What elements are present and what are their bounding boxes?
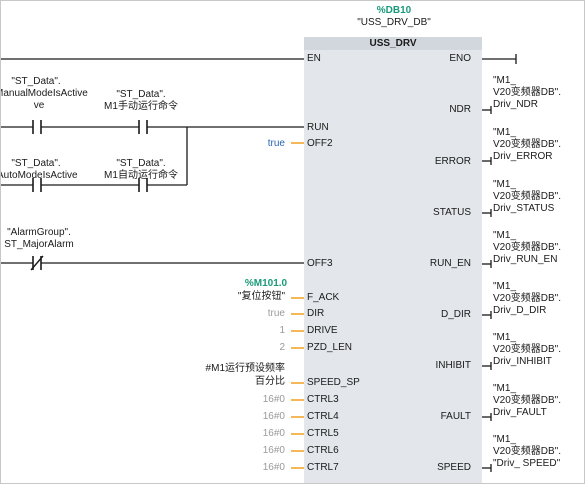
ctrl4-value[interactable]: 16#0 (263, 411, 285, 422)
status-operand-line3[interactable]: Driv_STATUS (493, 203, 554, 214)
pin-speed: SPEED (437, 462, 471, 473)
dir-value[interactable]: true (268, 308, 285, 319)
pin-drive: DRIVE (307, 325, 338, 336)
manual-contact-db[interactable]: "ST_Data". (11, 76, 60, 87)
manual-cmd-contact-tag[interactable]: M1手动运行命令 (104, 101, 178, 112)
off2-value[interactable]: true (268, 138, 285, 149)
status-operand-line1[interactable]: "M1_ (493, 179, 516, 190)
pin-d-dir: D_DIR (440, 309, 471, 320)
pin-ctrl6: CTRL6 (307, 445, 339, 456)
alarm-contact-tag[interactable]: ST_MajorAlarm (4, 239, 73, 250)
pin-off2: OFF2 (307, 138, 333, 149)
d-dir-operand-line2[interactable]: V20变频器DB". (493, 293, 561, 304)
pin-f-ack: F_ACK (307, 292, 340, 303)
error-operand-line2[interactable]: V20变频器DB". (493, 139, 561, 150)
alarm-contact-db[interactable]: "AlarmGroup". (7, 227, 71, 238)
fault-operand-line3[interactable]: Driv_FAULT (493, 407, 547, 418)
run-en-operand-line3[interactable]: Driv_RUN_EN (493, 254, 557, 265)
ctrl6-value[interactable]: 16#0 (263, 445, 285, 456)
pin-dir: DIR (307, 308, 325, 319)
auto-contact-tag[interactable]: AutoModeIsActive (1, 170, 78, 181)
status-operand-line2[interactable]: V20变频器DB". (493, 191, 561, 202)
speed-operand-line3[interactable]: "Driv_ SPEED" (493, 458, 560, 469)
auto-contact-db[interactable]: "ST_Data". (11, 158, 60, 169)
speed-operand-line1[interactable]: "M1_ (493, 434, 516, 445)
pin-fault: FAULT (440, 411, 471, 422)
ctrl3-value[interactable]: 16#0 (263, 394, 285, 405)
pin-ndr: NDR (449, 104, 471, 115)
manual-contact-tag[interactable]: ManualModeIsActive (1, 88, 88, 99)
drive-value[interactable]: 1 (279, 325, 285, 336)
reset-button-name[interactable]: "复位按钮" (238, 291, 285, 302)
inhibit-operand-line3[interactable]: Driv_INHIBIT (493, 356, 552, 367)
pin-inhibit: INHIBIT (435, 360, 471, 371)
auto-cmd-contact-tag[interactable]: M1自动运行命令 (104, 170, 178, 181)
speed-sp-value-line1[interactable]: #M1运行预设频率 (206, 363, 285, 374)
pin-ctrl4: CTRL4 (307, 411, 339, 422)
fault-operand-line1[interactable]: "M1_ (493, 383, 516, 394)
error-operand-line3[interactable]: Driv_ERROR (493, 151, 552, 162)
block-type-label: USS_DRV (304, 37, 482, 50)
run-en-operand-line2[interactable]: V20变频器DB". (493, 242, 561, 253)
fault-operand-line2[interactable]: V20变频器DB". (493, 395, 561, 406)
pin-off3: OFF3 (307, 258, 333, 269)
pin-status: STATUS (433, 207, 471, 218)
pin-ctrl3: CTRL3 (307, 394, 339, 405)
instance-db-address[interactable]: %DB10 (377, 5, 411, 16)
auto-cmd-contact-db[interactable]: "ST_Data". (116, 158, 165, 169)
ladder-editor-canvas[interactable]: { "block": { "db_addr": "%DB10", "db_nam… (0, 0, 585, 484)
manual-cmd-contact[interactable] (138, 120, 148, 134)
inhibit-operand-line2[interactable]: V20变频器DB". (493, 344, 561, 355)
reset-button-address[interactable]: %M101.0 (245, 278, 287, 289)
ctrl5-value[interactable]: 16#0 (263, 428, 285, 439)
pin-pzd-len: PZD_LEN (307, 342, 353, 353)
pin-speed-sp: SPEED_SP (307, 377, 360, 388)
pin-en: EN (307, 53, 321, 64)
ndr-operand-line2[interactable]: V20变频器DB". (493, 87, 561, 98)
pin-run: RUN (307, 122, 329, 133)
pin-run-en: RUN_EN (429, 258, 471, 269)
pin-ctrl7: CTRL7 (307, 462, 339, 473)
pin-eno: ENO (449, 53, 471, 64)
speed-sp-value-line2[interactable]: 百分比 (255, 376, 285, 387)
manual-contact-tag-wrap: ve (33, 100, 45, 111)
ndr-operand-line3[interactable]: Driv_NDR (493, 99, 538, 110)
pin-error: ERROR (434, 156, 471, 167)
ctrl7-value[interactable]: 16#0 (263, 462, 285, 473)
pzd-len-value[interactable]: 2 (279, 342, 285, 353)
pin-ctrl5: CTRL5 (307, 428, 339, 439)
instance-db-name[interactable]: "USS_DRV_DB" (357, 17, 431, 28)
run-en-operand-line1[interactable]: "M1_ (493, 230, 516, 241)
d-dir-operand-line1[interactable]: "M1_ (493, 281, 516, 292)
manual-mode-contact[interactable] (32, 120, 42, 134)
manual-cmd-contact-db[interactable]: "ST_Data". (116, 89, 165, 100)
d-dir-operand-line3[interactable]: Driv_D_DIR (493, 305, 546, 316)
speed-operand-line2[interactable]: V20变频器DB". (493, 446, 561, 457)
inhibit-operand-line1[interactable]: "M1_ (493, 332, 516, 343)
error-operand-line1[interactable]: "M1_ (493, 127, 516, 138)
ndr-operand-line1[interactable]: "M1_ (493, 75, 516, 86)
